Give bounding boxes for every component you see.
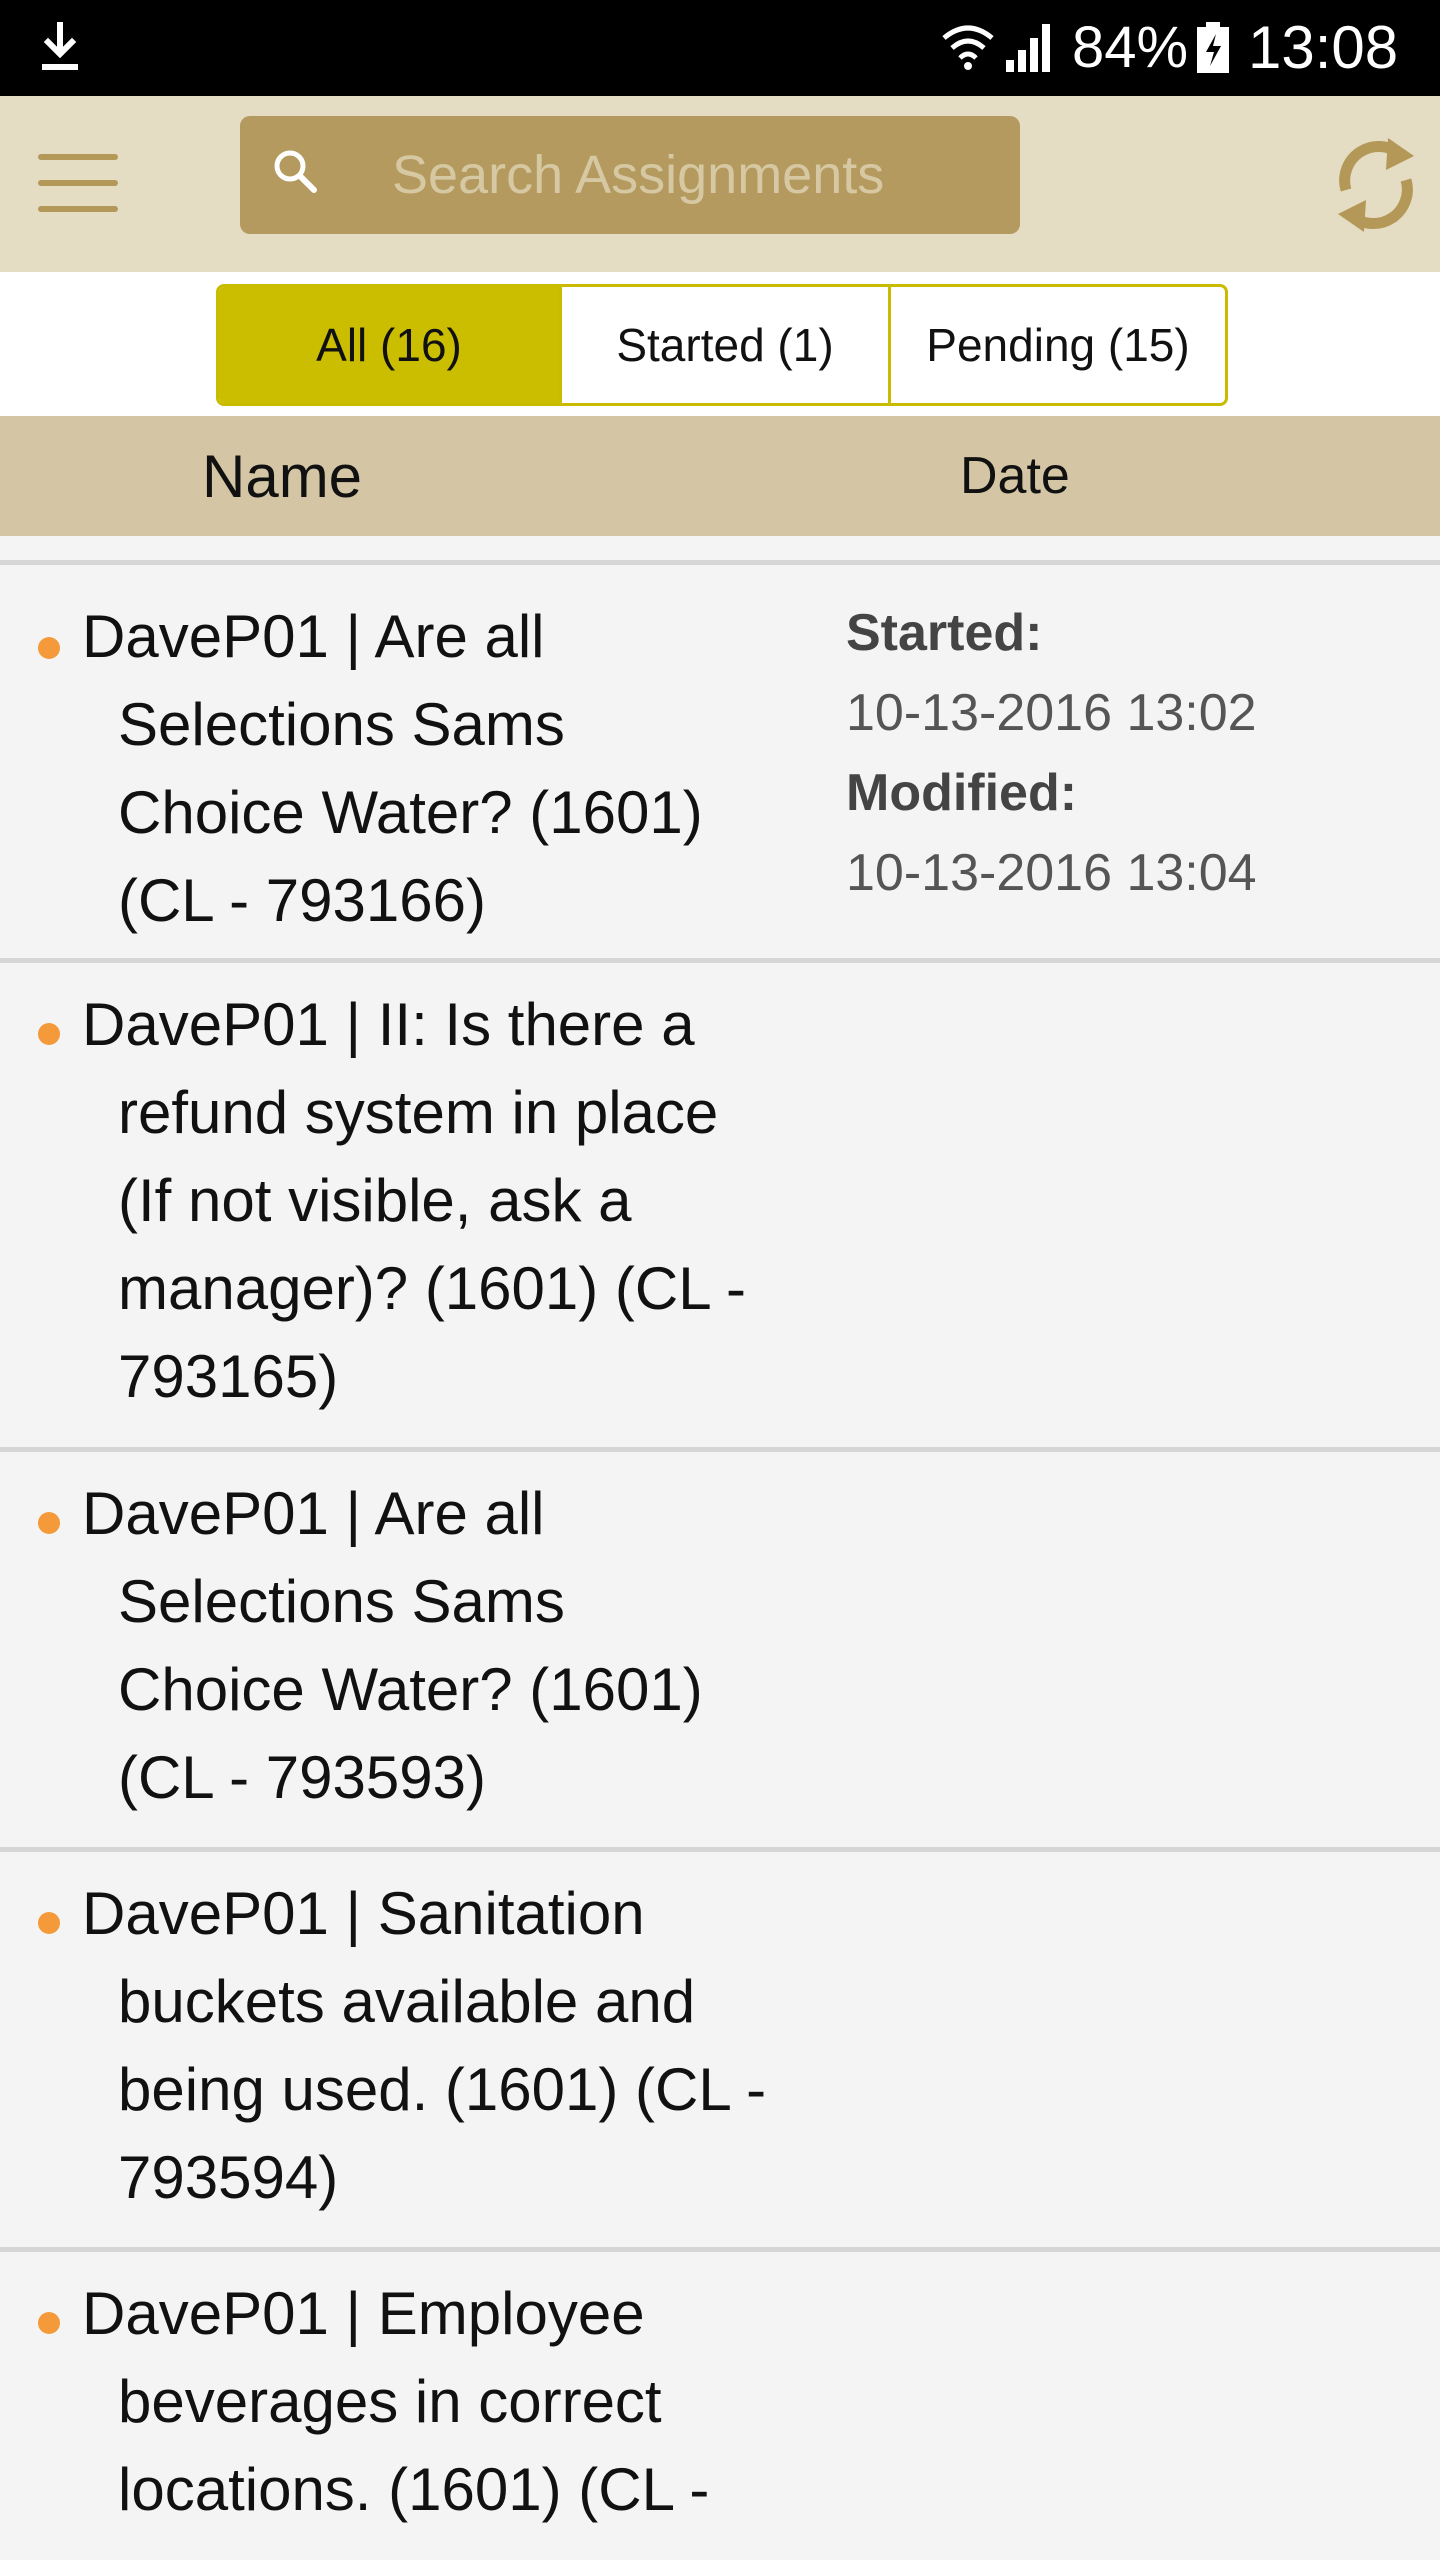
download-icon bbox=[42, 22, 78, 70]
list-item[interactable]: DaveP01 | Are all Selections Sams Choice… bbox=[0, 565, 1440, 958]
filter-tabs: All (16) Started (1) Pending (15) bbox=[216, 284, 1228, 406]
assignment-title: DaveP01 | Are all Selections Sams Choice… bbox=[82, 603, 703, 934]
bullet-icon bbox=[38, 637, 60, 659]
tab-started[interactable]: Started (1) bbox=[559, 287, 888, 403]
tab-pending[interactable]: Pending (15) bbox=[888, 287, 1225, 403]
column-name-header[interactable]: Name bbox=[202, 442, 362, 511]
bullet-icon bbox=[38, 1023, 60, 1045]
status-bar: 84% 13:08 bbox=[0, 0, 1440, 96]
bullet-icon bbox=[38, 1912, 60, 1934]
clock: 13:08 bbox=[1248, 14, 1399, 81]
started-date: 10-13-2016 13:02 bbox=[846, 684, 1257, 742]
search-input[interactable] bbox=[390, 134, 994, 216]
modified-date: 10-13-2016 13:04 bbox=[846, 844, 1257, 902]
list-item[interactable]: DaveP01 | Employee beverages in correct … bbox=[0, 2252, 1440, 2523]
column-date-header[interactable]: Date bbox=[960, 446, 1070, 506]
search-bar[interactable] bbox=[240, 116, 1020, 234]
bullet-icon bbox=[38, 1512, 60, 1534]
list-item[interactable]: DaveP01 | II: Is there a refund system i… bbox=[0, 963, 1440, 1447]
app-bar bbox=[0, 96, 1440, 272]
started-label: Started: bbox=[846, 604, 1043, 662]
filter-tabs-area: All (16) Started (1) Pending (15) bbox=[0, 272, 1440, 416]
assignment-title: DaveP01 | II: Is there a refund system i… bbox=[82, 991, 747, 1410]
assignment-list: DaveP01 | Are all Selections Sams Choice… bbox=[0, 560, 1440, 2523]
tab-all[interactable]: All (16) bbox=[219, 287, 559, 403]
list-item[interactable]: DaveP01 | Sanitation buckets available a… bbox=[0, 1852, 1440, 2247]
menu-icon[interactable] bbox=[38, 154, 122, 218]
signal-icon bbox=[1006, 24, 1050, 72]
assignment-title: DaveP01 | Sanitation buckets available a… bbox=[82, 1880, 767, 2211]
assignment-title: DaveP01 | Are all Selections Sams Choice… bbox=[82, 1480, 703, 1811]
bullet-icon bbox=[38, 2312, 60, 2334]
assignment-dates: Started: 10-13-2016 13:02 Modified: 10-1… bbox=[846, 593, 1257, 913]
column-header: Name Date bbox=[0, 416, 1440, 536]
assignment-title: DaveP01 | Employee beverages in correct … bbox=[82, 2280, 710, 2523]
wifi-icon bbox=[942, 25, 994, 70]
search-icon bbox=[274, 150, 317, 193]
battery-charging-icon bbox=[1197, 22, 1229, 73]
sync-icon[interactable] bbox=[1322, 120, 1430, 250]
list-item[interactable]: DaveP01 | Are all Selections Sams Choice… bbox=[0, 1452, 1440, 1847]
modified-label: Modified: bbox=[846, 764, 1078, 822]
battery-percent: 84% bbox=[1072, 15, 1189, 80]
